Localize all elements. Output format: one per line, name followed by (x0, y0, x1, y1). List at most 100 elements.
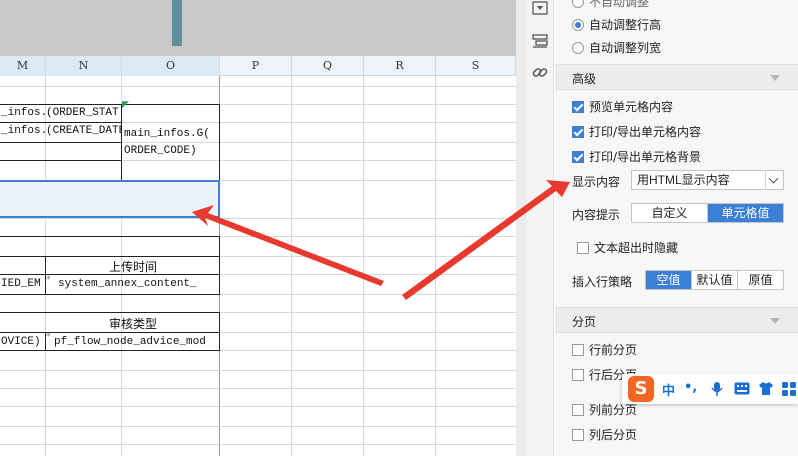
checkbox-preview-content[interactable]: 预览单元格内容 (572, 98, 673, 115)
checkbox-icon[interactable] (572, 429, 584, 441)
cell-attribute-icon[interactable] (530, 0, 550, 20)
table-border (0, 350, 220, 351)
insert-policy-label: 插入行策略 (572, 275, 633, 289)
table-border (0, 294, 220, 295)
microphone-icon[interactable] (710, 381, 724, 397)
section-advanced-header[interactable]: 高级 (555, 64, 798, 90)
cell-o-order-code-line2[interactable]: ORDER_CODE) (124, 145, 219, 157)
grid-line (435, 76, 436, 456)
radio-no-auto-adjust[interactable]: 不自动调整 (572, 0, 649, 10)
widget-settings-icon[interactable] (530, 32, 550, 52)
grid-line (0, 388, 516, 389)
cell-review-type-label[interactable]: 审核类型 (46, 315, 220, 332)
hyperlink-icon[interactable] (530, 62, 550, 82)
column-header-n[interactable]: N (46, 56, 122, 76)
chevron-down-icon[interactable] (765, 171, 783, 189)
display-content-label: 显示内容 (572, 175, 621, 189)
radio-auto-col-width[interactable]: 自动调整列宽 (572, 39, 661, 56)
table-border (0, 122, 122, 123)
checkbox-icon[interactable] (577, 242, 589, 254)
table-border (121, 104, 122, 180)
table-border (0, 142, 122, 143)
checkbox-print-background[interactable]: 打印/导出单元格背景 (572, 148, 701, 165)
cell-m-upload[interactable]: IED_EM (1, 278, 45, 290)
table-border (0, 256, 220, 257)
grid-line (0, 444, 516, 445)
sheet-top-region (0, 0, 516, 56)
checkbox-checked-icon[interactable] (572, 101, 584, 113)
column-header-q[interactable]: Q (292, 56, 364, 76)
section-paging-header[interactable]: 分页 (555, 307, 798, 333)
skin-shirt-icon[interactable] (758, 381, 774, 396)
column-header-o[interactable]: O (122, 56, 220, 76)
insert-policy-segmented: 空值 默认值 原值 (645, 270, 784, 290)
content-tip-label: 内容提示 (572, 208, 621, 222)
column-header-bar: M N O P Q R S (0, 56, 516, 76)
cell-expand-marker: * (46, 332, 51, 342)
collapse-arrow-icon[interactable] (770, 318, 780, 324)
grid-line (0, 370, 516, 371)
checkbox-row-before-break[interactable]: 行前分页 (572, 341, 637, 358)
column-header-p[interactable]: P (220, 56, 292, 76)
cell-upload-time-label[interactable]: 上传时间 (46, 258, 220, 275)
cell-n-create-date[interactable]: (CREATE_DATE (46, 125, 121, 137)
spreadsheet-area[interactable]: M N O P Q R S _infos.G (ORD (0, 0, 516, 456)
checkbox-col-after-break[interactable]: 列后分页 (572, 426, 637, 443)
column-header-m[interactable]: M (0, 56, 46, 76)
section-paging-title: 分页 (572, 315, 597, 329)
panel-splitter[interactable] (516, 0, 526, 456)
radio-auto-row-height[interactable]: 自动调整行高 (572, 16, 661, 33)
section-advanced-title: 高级 (572, 72, 597, 86)
table-border (219, 104, 220, 180)
keyboard-icon[interactable] (734, 382, 750, 395)
cell-m-review[interactable]: OVICE) (1, 336, 45, 348)
checkbox-checked-icon[interactable] (572, 126, 584, 138)
cell-expand-marker: * (46, 275, 51, 285)
cell-n-upload[interactable]: system_annex_content_ (58, 278, 219, 290)
ime-logo-icon[interactable]: S (628, 376, 654, 402)
checkbox-print-content[interactable]: 打印/导出单元格内容 (572, 123, 701, 140)
display-content-select[interactable]: 用HTML显示内容 (631, 170, 784, 190)
table-border (0, 160, 122, 161)
frozen-pane-divider[interactable] (172, 0, 182, 46)
grid-line (363, 76, 364, 456)
radio-selected-icon[interactable] (572, 19, 584, 31)
cell-o-order-code-line1[interactable]: main_infos.G( (124, 128, 219, 140)
content-tip-option-custom[interactable]: 自定义 (632, 204, 708, 222)
checkbox-checked-icon[interactable] (572, 151, 584, 163)
column-header-s[interactable]: S (436, 56, 516, 76)
radio-icon[interactable] (572, 0, 584, 8)
content-tip-segmented: 自定义 单元格值 (631, 203, 784, 223)
insert-policy-option-original[interactable]: 原值 (738, 271, 783, 289)
grid-line (0, 218, 516, 219)
toolbox-grid-icon[interactable] (782, 381, 796, 396)
display-content-value: 用HTML显示内容 (637, 173, 730, 187)
selected-cell[interactable] (0, 180, 220, 218)
cell-n-review[interactable]: pf_flow_node_advice_mod (54, 336, 219, 348)
checkbox-icon[interactable] (572, 404, 584, 416)
grid-line (0, 86, 516, 87)
radio-icon[interactable] (572, 42, 584, 54)
grid-line (0, 406, 516, 407)
content-tip-option-cell-value[interactable]: 单元格值 (708, 204, 783, 222)
insert-policy-option-null[interactable]: 空值 (646, 271, 692, 289)
insert-policy-option-default[interactable]: 默认值 (692, 271, 738, 289)
checkbox-overflow-hide[interactable]: 文本超出时隐藏 (577, 239, 678, 256)
column-header-r[interactable]: R (364, 56, 436, 76)
cell-corner-marker: ◤ (122, 100, 129, 110)
cell-n-order-stat[interactable]: (ORDER_STAT (46, 107, 121, 119)
ime-punctuation-toggle[interactable]: •, (684, 380, 697, 395)
cell-m-create-date[interactable]: _infos.G (1, 125, 45, 137)
collapse-arrow-icon[interactable] (770, 75, 780, 81)
side-toolbar (526, 0, 554, 456)
checkbox-icon[interactable] (572, 344, 584, 356)
table-border (0, 332, 220, 333)
checkbox-icon[interactable] (572, 369, 584, 381)
grid-line (0, 426, 516, 427)
grid-line (291, 76, 292, 456)
table-border (0, 104, 220, 105)
ime-toolbar: S 中 •, (622, 374, 798, 404)
ime-language-toggle[interactable]: 中 (662, 380, 675, 399)
table-border (0, 236, 220, 237)
cell-m-order-stat[interactable]: _infos.G (1, 107, 45, 119)
